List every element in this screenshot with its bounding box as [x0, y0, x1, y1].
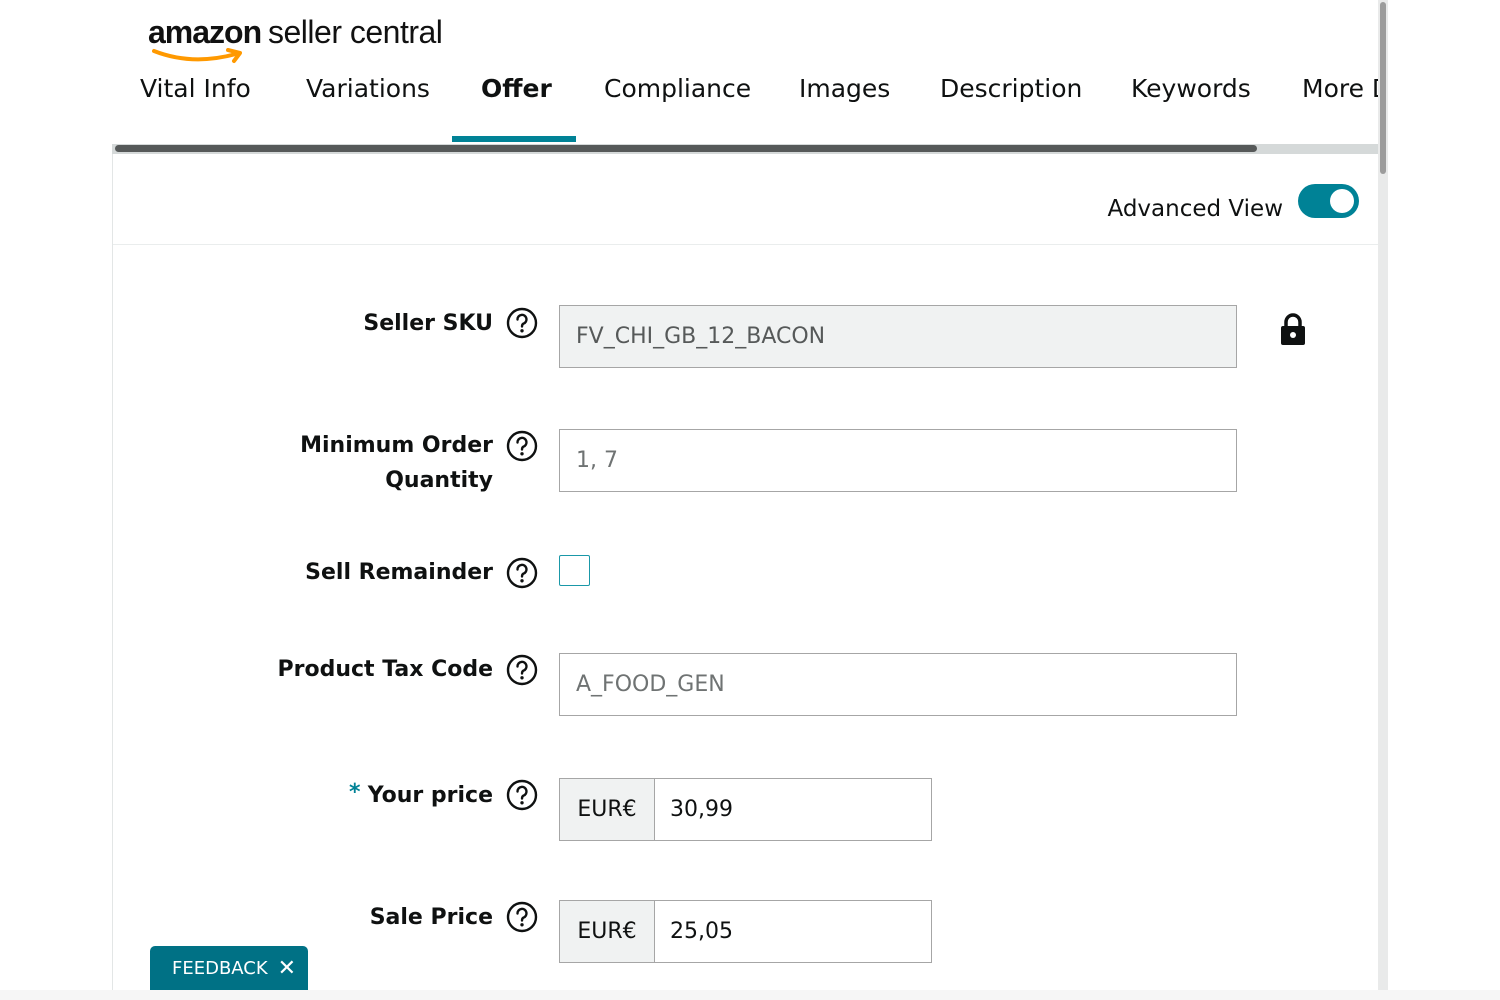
toggle-knob — [1330, 189, 1354, 213]
feedback-button[interactable]: FEEDBACK ✕ — [150, 946, 308, 990]
tab-variations[interactable]: Variations — [306, 74, 430, 103]
advanced-view-toggle[interactable] — [1298, 184, 1359, 218]
panel-header: Advanced View — [113, 154, 1378, 245]
logo-product-text: seller central — [268, 14, 443, 50]
tab-images[interactable]: Images — [799, 74, 890, 103]
min-order-label-line1: Minimum Order — [300, 433, 493, 458]
required-marker: * — [349, 780, 361, 805]
your-price-input[interactable] — [656, 779, 931, 840]
active-tab-indicator — [452, 136, 576, 142]
question-circle-icon[interactable] — [506, 430, 538, 462]
question-circle-icon[interactable] — [506, 654, 538, 686]
question-circle-icon[interactable] — [506, 307, 538, 339]
tabs-scroll-thumb[interactable] — [115, 145, 1257, 152]
seller-sku-label: Seller SKU — [363, 311, 493, 336]
sale-price-field: EUR€ — [559, 900, 932, 963]
tab-description[interactable]: Description — [940, 74, 1082, 103]
offer-form-panel: Advanced View Seller SKU Minimum Order Q… — [112, 154, 1378, 990]
your-price-currency: EUR€ — [560, 779, 655, 840]
tab-keywords[interactable]: Keywords — [1131, 74, 1251, 103]
tab-vital-info[interactable]: Vital Info — [140, 74, 251, 103]
advanced-view-label: Advanced View — [1107, 196, 1284, 222]
question-circle-icon[interactable] — [506, 901, 538, 933]
your-price-label: Your price — [367, 783, 493, 808]
bottom-edge — [0, 990, 1500, 1000]
question-circle-icon[interactable] — [506, 779, 538, 811]
amazon-seller-central-logo[interactable]: amazon seller central — [148, 14, 458, 63]
tab-compliance[interactable]: Compliance — [604, 74, 751, 103]
sale-price-currency: EUR€ — [560, 901, 655, 962]
product-tax-code-input[interactable] — [559, 653, 1237, 716]
page-scroll-thumb[interactable] — [1380, 2, 1386, 174]
min-order-quantity-input[interactable] — [559, 429, 1237, 492]
sale-price-label: Sale Price — [369, 905, 493, 930]
sale-price-input[interactable] — [656, 901, 931, 962]
seller-central-app: amazon seller central Vital Info Variati… — [0, 0, 1500, 1000]
listing-tabs: Vital Info Variations Offer Compliance I… — [112, 60, 1378, 150]
sell-remainder-label: Sell Remainder — [305, 560, 493, 585]
tab-offer[interactable]: Offer — [481, 74, 552, 103]
close-icon[interactable]: ✕ — [278, 946, 296, 992]
feedback-label: FEEDBACK — [172, 958, 268, 979]
sell-remainder-checkbox[interactable] — [559, 555, 590, 586]
lock-icon — [1281, 313, 1305, 345]
seller-sku-input[interactable] — [559, 305, 1237, 368]
min-order-label-line2: Quantity — [385, 468, 493, 493]
product-tax-code-label: Product Tax Code — [277, 657, 493, 682]
your-price-field: EUR€ — [559, 778, 932, 841]
logo-brand-text: amazon — [148, 14, 262, 50]
question-circle-icon[interactable] — [506, 557, 538, 589]
tab-more-details[interactable]: More D — [1302, 74, 1378, 103]
